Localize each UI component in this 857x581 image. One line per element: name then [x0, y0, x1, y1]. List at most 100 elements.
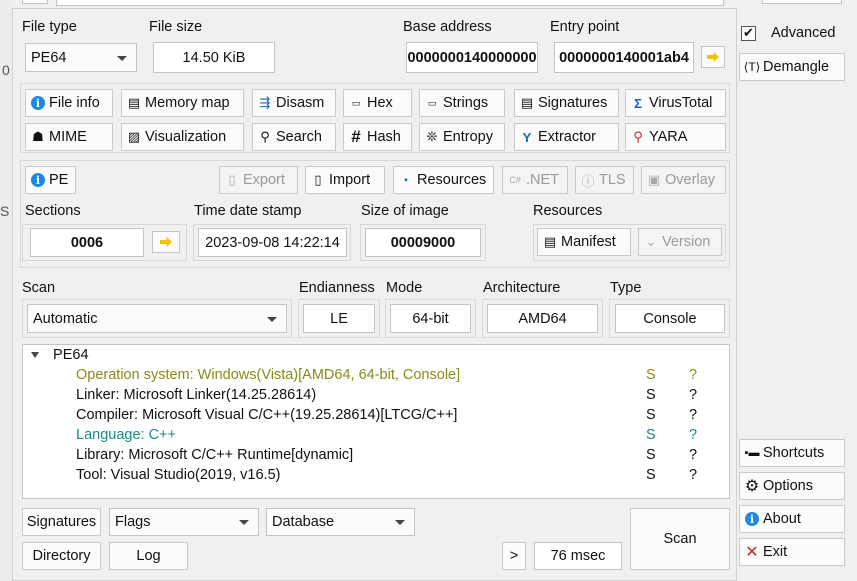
info-icon: i [29, 173, 47, 187]
flags-select[interactable]: Flags [109, 508, 259, 536]
file-info-button[interactable]: i File info [25, 89, 113, 117]
search-button[interactable]: ⚲ Search [252, 123, 336, 151]
entropy-button[interactable]: ❊ Entropy [419, 123, 505, 151]
mime-button[interactable]: ☗ MIME [25, 123, 113, 151]
result-info-button[interactable]: ? [689, 467, 697, 483]
architecture-field: AMD64 [487, 304, 598, 333]
result-signature-flag: S [646, 367, 656, 383]
net-label: .NET [526, 172, 560, 188]
database-value: Database [272, 514, 335, 530]
visualization-button[interactable]: ▨ Visualization [121, 123, 244, 151]
virustotal-button[interactable]: Σ VirusTotal [625, 89, 726, 117]
gear-icon: ⚙ [744, 478, 760, 495]
database-select[interactable]: Database [266, 508, 415, 536]
result-text: Library: Microsoft C/C++ Runtime[dynamic… [76, 447, 354, 463]
manifest-label: Manifest [561, 234, 616, 250]
directory-button[interactable]: Directory [22, 542, 101, 570]
import-button[interactable]: ▯ Import [305, 166, 385, 194]
memory-icon: ▤ [127, 95, 141, 110]
shortcuts-button[interactable]: ▪▬ Shortcuts [739, 439, 845, 467]
arrow-right-icon [707, 52, 719, 62]
log-button[interactable]: Log [109, 542, 188, 570]
result-info-button[interactable]: ? [689, 387, 697, 403]
scan-button[interactable]: Scan [630, 508, 730, 570]
chevron-down-icon [31, 352, 39, 359]
hex-button[interactable]: ▭ Hex [343, 89, 412, 117]
yara-button[interactable]: ⚲ YARA [625, 123, 726, 151]
file-size-field: 14.50 KiB [153, 42, 275, 73]
sections-follow-button[interactable] [152, 231, 180, 253]
signatures-icon: ▤ [520, 95, 534, 110]
info-outline-icon: ⓘ [581, 173, 595, 189]
mode-label: Mode [386, 280, 423, 296]
signatures-button[interactable]: Signatures [22, 508, 101, 536]
yara-icon: ⚲ [633, 129, 643, 144]
left-edge-glyph: S [0, 203, 10, 219]
time-date-stamp-field: 2023-09-08 14:22:14 [198, 228, 347, 257]
extractor-button[interactable]: Y Extractor [514, 123, 619, 151]
size-of-image-field[interactable]: 00009000 [365, 228, 481, 257]
tree-root-label: PE64 [53, 347, 89, 363]
demangle-button[interactable]: ⟨T⟩ Demangle [739, 53, 845, 81]
version-button[interactable]: ⌄ Version [638, 228, 722, 256]
entry-point-follow-button[interactable] [701, 46, 725, 68]
options-button[interactable]: ⚙ Options [739, 472, 845, 500]
result-info-button[interactable]: ? [689, 427, 697, 443]
close-icon: ✕ [745, 544, 759, 561]
result-signature-flag: S [646, 447, 656, 463]
tree-root[interactable]: PE64 [31, 347, 89, 363]
strings-button[interactable]: ▭ Strings [419, 89, 505, 117]
chevron-down-icon [117, 55, 127, 61]
scan-mode-select[interactable]: Automatic [27, 304, 287, 333]
base-address-field[interactable]: 0000000140000000 [406, 42, 538, 73]
sections-label: Sections [25, 203, 81, 219]
result-text: Language: C++ [76, 427, 176, 443]
resources-label: Resources [533, 203, 603, 219]
virustotal-label: VirusTotal [649, 95, 713, 111]
result-text: Linker: Microsoft Linker(14.25.28614) [76, 387, 317, 403]
memory-map-button[interactable]: ▤ Memory map [121, 89, 244, 117]
result-text: Operation system: Windows(Vista)[AMD64, … [76, 367, 461, 383]
exit-button[interactable]: ✕ Exit [739, 538, 845, 566]
pe-button[interactable]: i PE [25, 166, 76, 194]
about-button[interactable]: i About [739, 505, 845, 533]
size-of-image-label: Size of image [361, 203, 449, 219]
disasm-button[interactable]: ⇶ Disasm [252, 89, 336, 117]
tls-button[interactable]: ⓘ TLS [575, 166, 634, 194]
signatures-tool-button[interactable]: ▤ Signatures [514, 89, 619, 117]
hash-button[interactable]: # Hash [343, 123, 412, 151]
disasm-label: Disasm [276, 95, 325, 111]
info-icon: i [743, 512, 761, 526]
file-type-select[interactable]: PE64 [25, 43, 137, 72]
architecture-label: Architecture [483, 280, 561, 296]
flags-value: Flags [115, 514, 151, 530]
resources-icon: ▪ [404, 174, 408, 186]
chevron-down-icon [267, 316, 277, 322]
signatures-tool-label: Signatures [538, 95, 608, 111]
endianness-label: Endianness [299, 280, 375, 296]
more-button[interactable]: > [502, 542, 526, 570]
result-signature-flag: S [646, 467, 656, 483]
disasm-icon: ⇶ [259, 95, 271, 110]
result-info-button[interactable]: ? [689, 367, 697, 383]
manifest-button[interactable]: ▤ Manifest [537, 228, 631, 256]
chevron-down-icon [239, 520, 249, 525]
top-field[interactable] [56, 0, 724, 6]
sections-field[interactable]: 0006 [30, 228, 144, 257]
result-info-button[interactable]: ? [689, 447, 697, 463]
advanced-checkbox[interactable]: ✔ Advanced [741, 25, 836, 41]
overlay-label: Overlay [665, 172, 715, 188]
export-button[interactable]: ▯ Export [219, 166, 298, 194]
scan-time-field: 76 msec [534, 542, 622, 570]
resources-button[interactable]: ▪ Resources [393, 166, 494, 194]
top-right-button[interactable] [762, 0, 842, 4]
result-info-button[interactable]: ? [689, 407, 697, 423]
overlay-button[interactable]: ▣ Overlay [641, 166, 726, 194]
arrow-right-icon [160, 237, 172, 247]
top-left-button[interactable] [22, 0, 48, 4]
extractor-icon: Y [522, 129, 532, 145]
entry-point-field[interactable]: 0000000140001ab4 [554, 42, 694, 73]
results-tree[interactable]: PE64 Operation system: Windows(Vista)[AM… [22, 344, 730, 499]
net-button[interactable]: C# .NET [502, 166, 568, 194]
mime-label: MIME [49, 129, 87, 145]
